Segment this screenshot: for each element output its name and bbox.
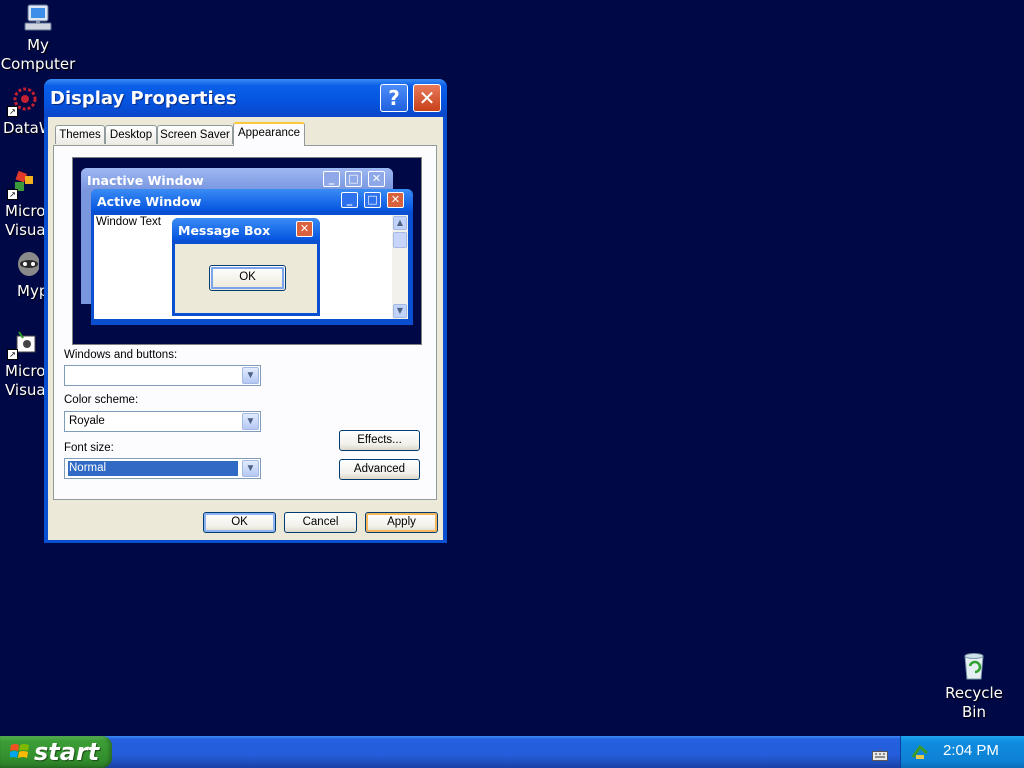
scroll-up-arrow-icon: ▲ [393, 216, 407, 230]
close-button[interactable]: ✕ [413, 84, 441, 112]
desktop-icon-myp[interactable]: Myp [0, 248, 46, 301]
dialog-title: Display Properties [50, 88, 237, 109]
tab-screen-saver[interactable]: Screen Saver [157, 125, 233, 144]
desktop-icon-label: Micro Visua [5, 202, 46, 239]
maximize-icon: □ [345, 171, 362, 187]
help-button[interactable]: ? [380, 84, 408, 112]
visual-studio-icon: ↗ [7, 168, 39, 200]
close-icon: ✕ [368, 171, 385, 187]
desktop-icon-my-computer[interactable]: My Computer [0, 2, 76, 74]
start-label: start [34, 738, 100, 766]
preview-message-body: OK [175, 244, 317, 313]
start-button[interactable]: start [0, 736, 112, 768]
preview-message-box: Message Box ✕ OK [172, 218, 320, 316]
close-icon: ✕ [387, 192, 404, 208]
preview-ok-button: OK [209, 265, 286, 291]
dialog-titlebar[interactable]: Display Properties ? ✕ [44, 79, 447, 117]
font-size-dropdown[interactable]: Normal ▼ [64, 458, 261, 479]
computer-icon [22, 2, 54, 34]
windows-buttons-label: Windows and buttons: [64, 349, 178, 361]
preview-active-title: Active Window [97, 194, 202, 209]
preview-inactive-titlebar: Inactive Window _ □ ✕ [81, 168, 393, 190]
effects-button[interactable]: Effects... [339, 430, 420, 451]
chevron-down-icon[interactable]: ▼ [242, 460, 259, 477]
keyboard-icon[interactable] [872, 746, 888, 761]
scroll-thumb [393, 232, 407, 248]
chevron-down-icon[interactable]: ▼ [242, 367, 259, 384]
taskbar: start 2:04 PM [0, 736, 1024, 768]
preview-scrollbar: ▲ ▼ [392, 215, 408, 319]
appearance-preview: Inactive Window _ □ ✕ Active Window _ □ … [72, 157, 422, 345]
desktop-icon-label: Myp [17, 282, 46, 300]
desktop-icon-label: DataW [3, 119, 46, 137]
maximize-icon: □ [364, 192, 381, 208]
desktop-icon-micro-visua-1[interactable]: ↗ Micro Visua [0, 168, 46, 240]
preview-window-text: Window Text [96, 216, 161, 228]
desktop-icon-label: Micro Visua [5, 362, 46, 399]
desktop: My Computer ↗ DataW ↗ Micro Visua [0, 0, 1024, 736]
raccoon-icon [7, 248, 40, 280]
clock[interactable]: 2:04 PM [943, 742, 999, 759]
preview-active-titlebar: Active Window _ □ ✕ [91, 189, 413, 211]
color-scheme-label: Color scheme: [64, 394, 139, 406]
tab-desktop[interactable]: Desktop [105, 125, 157, 144]
system-tray: 2:04 PM [900, 736, 1024, 768]
desktop-icon-recycle-bin[interactable]: Recycle Bin [936, 650, 1012, 722]
dialog-client-area: Themes Desktop Screen Saver Appearance I… [48, 117, 443, 540]
close-icon: ✕ [418, 86, 436, 110]
minimize-icon: _ [341, 192, 358, 208]
apply-button[interactable]: Apply [365, 512, 438, 533]
display-properties-dialog: Display Properties ? ✕ Themes Desktop Sc… [44, 79, 447, 543]
desktop-icon-label: Recycle Bin [945, 684, 1003, 721]
font-size-label: Font size: [64, 442, 114, 454]
preview-message-title: Message Box [178, 223, 271, 238]
windows-buttons-dropdown[interactable]: ▼ [64, 365, 261, 386]
windows-buttons-value [68, 368, 238, 383]
windows-logo-icon [9, 743, 30, 761]
desktop-icon-micro-visua-2[interactable]: ↗ Micro Visua [0, 328, 46, 400]
shortcut-arrow-icon: ↗ [7, 106, 18, 117]
shortcut-arrow-icon: ↗ [7, 189, 18, 200]
color-scheme-value: Royale [69, 415, 105, 427]
close-icon: ✕ [296, 221, 313, 237]
appearance-tab-panel: Inactive Window _ □ ✕ Active Window _ □ … [53, 145, 437, 500]
preview-inactive-title: Inactive Window [87, 173, 204, 188]
network-icon[interactable] [911, 743, 929, 761]
advanced-button[interactable]: Advanced [339, 459, 420, 480]
preview-message-titlebar: Message Box ✕ [172, 218, 320, 240]
desktop-icon-dataw[interactable]: ↗ DataW [0, 85, 46, 138]
desktop-icon-label: My Computer [0, 36, 76, 73]
recycle-bin-icon [958, 650, 990, 682]
color-scheme-dropdown[interactable]: Royale ▼ [64, 411, 261, 432]
tab-appearance[interactable]: Appearance [233, 122, 305, 146]
visual-basic-icon: ↗ [7, 328, 39, 360]
chevron-down-icon[interactable]: ▼ [242, 413, 259, 430]
cancel-button[interactable]: Cancel [284, 512, 357, 533]
font-size-value: Normal [67, 460, 239, 477]
dataw-app-icon: ↗ [7, 85, 39, 117]
shortcut-arrow-icon: ↗ [7, 349, 18, 360]
scroll-down-arrow-icon: ▼ [393, 304, 407, 318]
ok-button[interactable]: OK [203, 512, 276, 533]
tab-themes[interactable]: Themes [55, 125, 105, 144]
minimize-icon: _ [323, 171, 340, 187]
